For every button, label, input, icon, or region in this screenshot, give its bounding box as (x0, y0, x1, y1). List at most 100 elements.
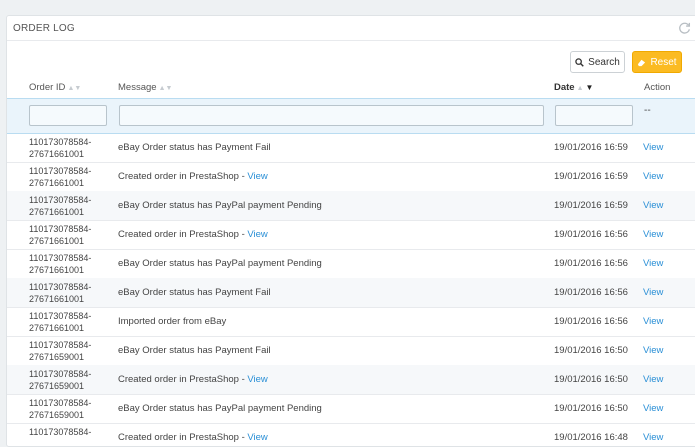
order-id-line: 27671661001 (29, 148, 85, 159)
message-text: Imported order from eBay (118, 316, 227, 327)
order-id-line: 110173078584- (29, 340, 92, 350)
view-action-link[interactable]: View (643, 403, 663, 414)
action-filter-placeholder: -- (644, 105, 651, 116)
order-id-cell: 110173078584- 27671661001 (29, 166, 109, 189)
message-text: Created order in PrestaShop - (118, 432, 248, 443)
order-id-line: 110173078584- (29, 282, 92, 292)
order-id-line: 27671661001 (29, 177, 85, 188)
order-id-line: 110173078584- (29, 137, 92, 147)
search-button[interactable]: Search (570, 51, 625, 73)
order-id-cell: 110173078584- 27671661001 (29, 224, 109, 247)
order-id-line: 27671661001 (29, 293, 85, 304)
order-id-line: 27671659001 (29, 409, 85, 420)
search-button-label: Search (588, 56, 620, 68)
order-id-cell: 110173078584- 27671661001 (29, 253, 109, 276)
reset-button[interactable]: Reset (632, 51, 682, 73)
column-label-date: Date (554, 82, 575, 93)
message-text: eBay Order status has Payment Fail (118, 287, 271, 298)
date-cell: 19/01/2016 16:59 (554, 200, 628, 211)
order-id-line: 110173078584- (29, 166, 92, 176)
message-text: Created order in PrestaShop - (118, 374, 248, 385)
date-cell: 19/01/2016 16:50 (554, 403, 628, 414)
message-cell: Created order in PrestaShop - View (118, 432, 268, 443)
date-cell: 19/01/2016 16:50 (554, 374, 628, 385)
column-label-action: Action (644, 82, 671, 93)
message-cell: Created order in PrestaShop - View (118, 171, 268, 182)
table-row: 110173078584- 27671661001 Created order in… (7, 220, 695, 250)
view-action-link[interactable]: View (643, 171, 663, 182)
view-action-link[interactable]: View (643, 142, 663, 153)
order-id-cell: 110173078584- 27671659001 (29, 340, 109, 363)
column-label-message: Message (118, 82, 157, 93)
refresh-icon[interactable] (678, 22, 691, 35)
view-action-link[interactable]: View (643, 374, 663, 385)
view-action-link[interactable]: View (643, 200, 663, 211)
message-cell: Created order in PrestaShop - View (118, 374, 268, 385)
order-id-line: 27671659001 (29, 351, 85, 362)
sort-icon[interactable]: ▲▼ (159, 85, 173, 92)
date-filter-input[interactable] (555, 105, 633, 126)
panel-header: Order Log (7, 16, 695, 41)
column-header-action: Action (644, 82, 670, 93)
message-cell: eBay Order status has Payment Fail (118, 287, 271, 298)
order-id-line: 27671659001 (29, 380, 85, 391)
order-id-filter-input[interactable] (29, 105, 107, 126)
table-row: 110173078584- 27671661001 Created order in… (7, 162, 695, 192)
table-row: 110173078584- Created order in PrestaShop… (7, 423, 695, 446)
date-cell: 19/01/2016 16:56 (554, 287, 628, 298)
order-id-cell: 110173078584- 27671661001 (29, 137, 109, 160)
view-action-link[interactable]: View (643, 316, 663, 327)
order-id-line: 27671661001 (29, 322, 85, 333)
sort-icon[interactable]: ▲▼ (67, 85, 81, 92)
table-row: 110173078584- 27671659001 eBay Order statu… (7, 394, 695, 424)
message-cell: Imported order from eBay (118, 316, 226, 327)
filter-row: -- (7, 98, 695, 134)
search-icon (575, 57, 584, 67)
order-id-line: 27671661001 (29, 206, 85, 217)
view-action-link[interactable]: View (643, 345, 663, 356)
view-order-link[interactable]: View (247, 171, 267, 182)
order-id-cell: 110173078584- 27671661001 (29, 311, 109, 334)
view-order-link[interactable]: View (247, 374, 267, 385)
order-id-line: 27671661001 (29, 235, 85, 246)
view-action-link[interactable]: View (643, 432, 663, 443)
column-label-order-id: Order ID (29, 82, 66, 93)
view-order-link[interactable]: View (247, 432, 267, 443)
order-id-line: 27671661001 (29, 264, 85, 275)
order-log-panel: Order Log Search Reset Order ID ▲▼ Messag… (6, 15, 695, 447)
message-text: Created order in PrestaShop - (118, 229, 248, 240)
panel-title: Order Log (13, 23, 75, 34)
reset-button-label: Reset (650, 56, 677, 68)
message-cell: eBay Order status has Payment Fail (118, 142, 271, 153)
view-action-link[interactable]: View (643, 258, 663, 269)
message-text: eBay Order status has Payment Fail (118, 142, 271, 153)
order-id-line: 110173078584- (29, 224, 92, 234)
column-header-date[interactable]: Date ▲ ▼ (554, 82, 593, 93)
date-cell: 19/01/2016 16:59 (554, 142, 628, 153)
message-cell: eBay Order status has Payment Fail (118, 345, 271, 356)
column-header-message[interactable]: Message ▲▼ (118, 82, 172, 93)
message-text: eBay Order status has Payment Fail (118, 345, 271, 356)
view-action-link[interactable]: View (643, 287, 663, 298)
table-row: 110173078584- 27671659001 Created order in… (7, 365, 695, 395)
table-row: 110173078584- 27671661001 eBay Order statu… (7, 191, 695, 221)
order-id-line: 110173078584- (29, 311, 92, 321)
order-id-line: 110173078584- (29, 398, 92, 408)
table-row: 110173078584- 27671659001 eBay Order statu… (7, 336, 695, 366)
order-id-line: 110173078584- (29, 253, 92, 263)
sort-desc-active-icon[interactable]: ▼ (586, 83, 594, 92)
date-cell: 19/01/2016 16:56 (554, 258, 628, 269)
order-id-cell: 110173078584- 27671659001 (29, 398, 109, 421)
message-text: eBay Order status has PayPal payment Pen… (118, 258, 322, 269)
table-row: 110173078584- 27671661001 Imported order f… (7, 307, 695, 337)
view-action-link[interactable]: View (643, 229, 663, 240)
sort-asc-icon[interactable]: ▲ (577, 85, 584, 92)
message-filter-input[interactable] (119, 105, 544, 126)
message-cell: eBay Order status has PayPal payment Pen… (118, 200, 322, 211)
view-order-link[interactable]: View (247, 229, 267, 240)
date-cell: 19/01/2016 16:50 (554, 345, 628, 356)
order-id-cell: 110173078584- 27671659001 (29, 369, 109, 392)
table-row: 110173078584- 27671661001 eBay Order statu… (7, 278, 695, 308)
message-text: Created order in PrestaShop - (118, 171, 248, 182)
column-header-order-id[interactable]: Order ID ▲▼ (29, 82, 81, 93)
